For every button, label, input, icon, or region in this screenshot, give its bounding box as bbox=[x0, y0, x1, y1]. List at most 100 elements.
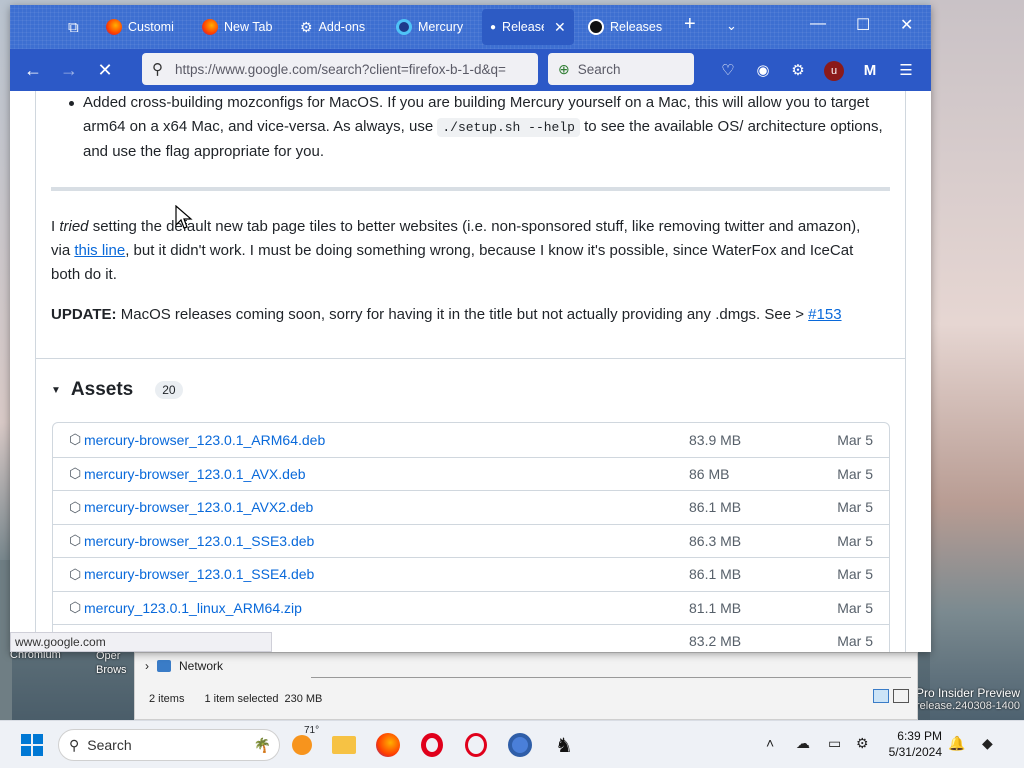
tray-chevron-up-icon[interactable]: ˄ bbox=[766, 735, 774, 751]
explorer-selected: 1 item selected bbox=[204, 693, 279, 705]
tiles-view-icon[interactable] bbox=[893, 689, 909, 703]
maximize-icon[interactable]: ☐ bbox=[856, 15, 870, 35]
tab-releases-github[interactable]: Releases bbox=[580, 9, 672, 45]
opera-label-line2: Brows bbox=[96, 664, 127, 676]
browser-window: ⧉ Customi New Tab ⚙ Add-ons Mercury ● Re… bbox=[10, 5, 931, 652]
asset-link[interactable]: mercury-browser_123.0.1_SSE3.deb bbox=[84, 533, 314, 549]
asset-row[interactable]: ⬡ mercury_123.0.1_linux_ARM64.zip 81.1 M… bbox=[53, 590, 889, 625]
notification-bell-icon[interactable]: 🔔 bbox=[948, 735, 965, 752]
firefox-icon bbox=[202, 19, 218, 35]
details-view-icon[interactable] bbox=[873, 689, 889, 703]
explorer-view-toggles bbox=[873, 689, 909, 703]
asset-size: 86.1 MB bbox=[689, 566, 742, 583]
asset-size: 83.9 MB bbox=[689, 431, 742, 448]
tab-mercury[interactable]: Mercury bbox=[388, 9, 480, 45]
opera-icon[interactable] bbox=[418, 731, 446, 759]
package-icon: ⬡ bbox=[69, 498, 82, 515]
close-tab-icon[interactable]: ✕ bbox=[554, 19, 566, 36]
account-icon[interactable]: ◉ bbox=[753, 61, 773, 81]
nav-toolbar: ← → ✕ ⚲ https://www.google.com/search?cl… bbox=[10, 49, 931, 91]
assets-header[interactable]: ▼ Assets 20 bbox=[51, 379, 183, 401]
link-status-tooltip: www.google.com bbox=[10, 632, 272, 652]
new-tab-plus-icon[interactable]: + bbox=[684, 13, 696, 36]
asset-row[interactable]: ⬡ mercury-browser_123.0.1_AVX.deb 86 MB … bbox=[53, 456, 889, 491]
tab-customize[interactable]: Customi bbox=[98, 9, 190, 45]
clock-time: 6:39 PM bbox=[897, 729, 942, 743]
taskbar: ⚲ Search 🌴 71° ♞ ˄ ☁ ▭ ⚙ 6:39 PM 5/31/20… bbox=[0, 720, 1024, 768]
pocket-icon[interactable]: ♡ bbox=[718, 61, 738, 81]
asset-link[interactable]: mercury-browser_123.0.1_SSE4.deb bbox=[84, 566, 314, 582]
this-line-link[interactable]: this line bbox=[74, 242, 125, 259]
asset-date: Mar 5 bbox=[837, 499, 873, 516]
weather-icon[interactable]: 71° bbox=[288, 725, 319, 759]
explorer-status-bar: 2 items 1 item selected 230 MB bbox=[149, 693, 322, 705]
search-icon: ⚲ bbox=[69, 736, 80, 753]
url-bar[interactable]: ⚲ https://www.google.com/search?client=f… bbox=[142, 53, 538, 85]
file-explorer-window: › Network 2 items 1 item selected 230 MB bbox=[134, 652, 918, 720]
network-settings-icon[interactable]: ⚙ bbox=[856, 735, 869, 752]
chevron-right-icon[interactable]: › bbox=[145, 659, 149, 673]
release-footer-separator bbox=[35, 358, 905, 359]
ublock-origin-icon[interactable]: u bbox=[824, 61, 844, 81]
bullet-dot bbox=[69, 101, 74, 106]
asset-row[interactable]: ⬡ mercury-browser_123.0.1_AVX2.deb 86.1 … bbox=[53, 490, 889, 524]
close-window-icon[interactable]: ✕ bbox=[900, 15, 913, 35]
release-box-border-left bbox=[35, 91, 36, 652]
explorer-nav-network-label: Network bbox=[179, 659, 224, 673]
back-arrow-icon[interactable]: ← bbox=[20, 57, 46, 83]
onedrive-icon[interactable]: ☁ bbox=[796, 735, 810, 752]
asset-row[interactable]: ⬡ mercury-browser_123.0.1_SSE4.deb 86.1 … bbox=[53, 557, 889, 591]
caret-down-icon[interactable]: ▼ bbox=[51, 385, 61, 396]
tab-new-tab[interactable]: New Tab bbox=[194, 9, 286, 45]
asset-date: Mar 5 bbox=[837, 633, 873, 650]
network-icon bbox=[157, 660, 171, 672]
asset-link[interactable]: mercury_123.0.1_linux_ARM64.zip bbox=[84, 600, 302, 616]
weather-temp: 71° bbox=[304, 725, 320, 736]
search-bar[interactable]: ⊕ Search bbox=[548, 53, 694, 85]
asset-size: 83.2 MB bbox=[689, 633, 742, 650]
firefox-taskbar-icon[interactable] bbox=[374, 731, 402, 759]
chromium-icon[interactable] bbox=[506, 731, 534, 759]
package-icon: ⬡ bbox=[69, 431, 82, 448]
update-label: UPDATE: bbox=[51, 306, 117, 323]
opera-gx-icon[interactable] bbox=[462, 731, 490, 759]
copilot-icon[interactable]: ◆ bbox=[982, 735, 993, 752]
package-icon: ⬡ bbox=[69, 565, 82, 582]
asset-row[interactable]: ⬡ mercury-browser_123.0.1_ARM64.deb 83.9… bbox=[53, 423, 889, 457]
tab-release[interactable]: ● Release ✕ bbox=[482, 9, 574, 45]
clock[interactable]: 6:39 PM 5/31/2024 bbox=[884, 728, 942, 760]
hamburger-menu-icon[interactable]: ☰ bbox=[896, 61, 916, 81]
asset-row[interactable]: ⬡ mercury-browser_123.0.1_SSE3.deb 86.3 … bbox=[53, 523, 889, 558]
tab-overview-button[interactable]: ⧉ bbox=[60, 9, 84, 45]
google-search-icon: ⊕ bbox=[558, 60, 570, 77]
asset-link[interactable]: mercury-browser_123.0.1_AVX2.deb bbox=[84, 499, 313, 515]
librewolf-icon[interactable]: ♞ bbox=[550, 731, 578, 759]
stop-loading-icon[interactable]: ✕ bbox=[92, 57, 118, 83]
page-content: Added cross-building mozconfigs for MacO… bbox=[10, 91, 931, 652]
issue-153-link[interactable]: #153 bbox=[808, 306, 841, 323]
tab-overview-icon: ⧉ bbox=[68, 18, 79, 36]
start-button[interactable] bbox=[18, 731, 46, 759]
file-explorer-icon[interactable] bbox=[330, 731, 358, 759]
update-text: MacOS releases coming soon, sorry for ha… bbox=[116, 306, 809, 323]
asset-date: Mar 5 bbox=[837, 532, 873, 549]
puzzle-icon: ⚙ bbox=[300, 18, 313, 35]
firefox-icon bbox=[106, 19, 122, 35]
paragraph-tried: I tried setting the default new tab page… bbox=[51, 215, 871, 287]
paragraph-update: UPDATE: MacOS releases coming soon, sorr… bbox=[51, 303, 901, 327]
mercury-extension-icon[interactable]: M bbox=[860, 61, 880, 81]
forward-arrow-icon[interactable]: → bbox=[56, 57, 82, 83]
taskbar-search[interactable]: ⚲ Search 🌴 bbox=[58, 729, 280, 761]
assets-title: Assets bbox=[70, 379, 134, 400]
desktop-icon-label-opera[interactable]: Oper Brows bbox=[96, 649, 127, 677]
asset-size: 86.1 MB bbox=[689, 499, 742, 516]
extensions-puzzle-icon[interactable]: ⚙ bbox=[788, 61, 808, 81]
list-all-tabs-chevron-icon[interactable]: ⌄ bbox=[726, 18, 737, 34]
asset-link[interactable]: mercury-browser_123.0.1_ARM64.deb bbox=[84, 432, 325, 448]
minimize-icon[interactable]: — bbox=[810, 15, 826, 33]
display-icon[interactable]: ▭ bbox=[828, 735, 841, 752]
asset-link[interactable]: mercury-browser_123.0.1_AVX.deb bbox=[84, 466, 306, 482]
clock-date: 5/31/2024 bbox=[888, 745, 942, 759]
tab-add-ons[interactable]: ⚙ Add-ons bbox=[292, 9, 384, 45]
explorer-nav-network[interactable]: › Network bbox=[145, 659, 223, 673]
